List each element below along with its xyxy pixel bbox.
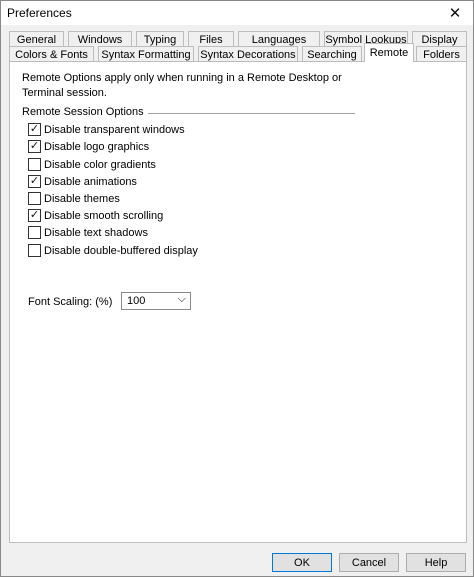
checkmark-icon: ✓ <box>29 140 40 152</box>
info-text: Remote Options apply only when running i… <box>22 72 342 99</box>
option-double-buffered[interactable]: Disable double-buffered display <box>28 243 198 258</box>
option-label: Disable themes <box>44 192 120 205</box>
ok-button[interactable]: OK <box>272 553 332 572</box>
tab-remote[interactable]: Remote <box>364 43 414 62</box>
cancel-button[interactable]: Cancel <box>339 553 399 572</box>
chevron-down-icon: ⌵ <box>177 293 186 305</box>
checkbox[interactable]: ✓ <box>28 175 41 188</box>
font-scaling-select[interactable]: 100 ⌵ <box>121 292 191 310</box>
option-label: Disable logo graphics <box>44 140 150 153</box>
tab-folders[interactable]: Folders <box>416 46 467 62</box>
option-logo-graphics[interactable]: ✓ Disable logo graphics <box>28 139 149 154</box>
option-label: Disable double-buffered display <box>44 244 198 257</box>
tab-searching[interactable]: Searching <box>302 46 362 62</box>
option-transparent-windows[interactable]: ✓ Disable transparent windows <box>28 122 185 137</box>
option-label: Disable transparent windows <box>44 123 185 136</box>
group-divider <box>130 113 355 114</box>
window-title: Preferences <box>7 6 72 20</box>
checkbox[interactable]: ✓ <box>28 123 41 136</box>
checkmark-icon: ✓ <box>29 175 40 187</box>
option-label: Disable animations <box>44 175 137 188</box>
option-color-gradients[interactable]: Disable color gradients <box>28 157 156 172</box>
checkbox[interactable] <box>28 192 41 205</box>
checkbox[interactable] <box>28 244 41 257</box>
option-smooth-scrolling[interactable]: ✓ Disable smooth scrolling <box>28 208 163 223</box>
tab-languages[interactable]: Languages <box>238 31 320 47</box>
checkbox[interactable]: ✓ <box>28 209 41 222</box>
tab-syntax-formatting[interactable]: Syntax Formatting <box>98 46 194 62</box>
option-label: Disable text shadows <box>44 226 148 239</box>
font-scaling-label: Font Scaling: (%) <box>28 296 113 308</box>
title-bar: Preferences ✕ <box>1 1 473 25</box>
option-text-shadows[interactable]: Disable text shadows <box>28 225 148 240</box>
option-label: Disable color gradients <box>44 158 156 171</box>
tab-syntax-decorations[interactable]: Syntax Decorations <box>198 46 298 62</box>
checkbox[interactable]: ✓ <box>28 140 41 153</box>
close-icon[interactable]: ✕ <box>437 1 473 25</box>
tab-general[interactable]: General <box>9 31 64 47</box>
option-themes[interactable]: Disable themes <box>28 191 120 206</box>
tab-colors-fonts[interactable]: Colors & Fonts <box>9 46 94 62</box>
tab-typing[interactable]: Typing <box>136 31 184 47</box>
checkmark-icon: ✓ <box>29 123 40 135</box>
help-button[interactable]: Help <box>406 553 466 572</box>
checkmark-icon: ✓ <box>29 209 40 221</box>
option-label: Disable smooth scrolling <box>44 209 164 222</box>
remote-options-panel: Remote Options apply only when running i… <box>9 61 467 543</box>
tab-windows[interactable]: Windows <box>68 31 132 47</box>
group-title: Remote Session Options <box>22 106 148 118</box>
tab-display[interactable]: Display <box>412 31 467 47</box>
tab-files[interactable]: Files <box>188 31 234 47</box>
checkbox[interactable] <box>28 158 41 171</box>
option-animations[interactable]: ✓ Disable animations <box>28 174 137 189</box>
preferences-window: Preferences ✕ General Windows Typing Fil… <box>0 0 474 577</box>
checkbox[interactable] <box>28 226 41 239</box>
font-scaling-value: 100 <box>127 295 146 307</box>
